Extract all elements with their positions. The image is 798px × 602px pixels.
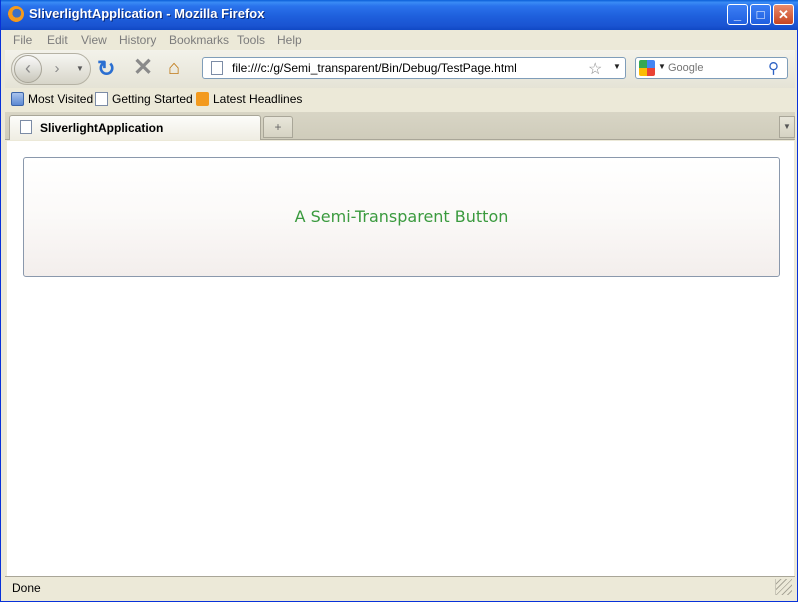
menu-file[interactable]: File xyxy=(13,33,32,47)
page-content: A Semi-Transparent Button xyxy=(7,141,794,576)
bookmark-most-visited[interactable]: Most Visited xyxy=(11,92,93,108)
menu-bookmarks[interactable]: Bookmarks xyxy=(169,33,229,47)
bookmark-latest-headlines[interactable]: Latest Headlines xyxy=(196,92,302,108)
stop-icon[interactable]: ✕ xyxy=(133,56,155,80)
menu-tools[interactable]: Tools xyxy=(237,33,265,47)
tab-strip: SliverlightApplication + ▼ xyxy=(5,112,795,140)
chevron-down-icon: ▼ xyxy=(783,122,791,131)
menu-edit[interactable]: Edit xyxy=(47,33,68,47)
status-bar: Done xyxy=(5,576,795,598)
menu-view[interactable]: View xyxy=(81,33,107,47)
navigation-toolbar: ‹ › ▼ ↻ ✕ ⌂ file:///c:/g/Semi_transparen… xyxy=(5,50,795,88)
bookmark-getting-started[interactable]: Getting Started xyxy=(95,92,193,108)
menu-history[interactable]: History xyxy=(119,33,156,47)
address-bar[interactable]: file:///c:/g/Semi_transparent/Bin/Debug/… xyxy=(202,57,626,79)
browser-window: SliverlightApplication - Mozilla Firefox… xyxy=(0,0,798,602)
minimize-button[interactable]: _ xyxy=(727,4,748,25)
search-icon[interactable]: ⚲ xyxy=(768,59,779,77)
folder-icon xyxy=(11,92,24,106)
page-icon xyxy=(95,92,108,106)
title-bar[interactable]: SliverlightApplication - Mozilla Firefox… xyxy=(1,0,798,30)
status-text: Done xyxy=(12,581,41,595)
maximize-button[interactable]: □ xyxy=(750,4,771,25)
back-arrow-icon: ‹ xyxy=(25,58,31,78)
tab-sliverlight-application[interactable]: SliverlightApplication xyxy=(9,115,261,140)
close-button[interactable]: ✕ xyxy=(773,4,794,25)
forward-button[interactable]: › xyxy=(46,59,68,79)
history-dropdown-icon[interactable]: ▼ xyxy=(74,60,86,78)
search-box[interactable]: ▼ ⚲ xyxy=(635,57,788,79)
page-icon xyxy=(20,120,32,134)
bookmark-label: Most Visited xyxy=(28,92,94,106)
plus-icon: + xyxy=(274,120,282,134)
bookmark-star-icon[interactable]: ☆ xyxy=(588,59,602,79)
menu-help[interactable]: Help xyxy=(277,33,302,47)
reload-icon[interactable]: ↻ xyxy=(97,58,119,80)
window-title: SliverlightApplication - Mozilla Firefox xyxy=(29,6,265,21)
forward-arrow-icon: › xyxy=(54,60,60,77)
url-text[interactable]: file:///c:/g/Semi_transparent/Bin/Debug/… xyxy=(232,61,517,75)
list-all-tabs-button[interactable]: ▼ xyxy=(779,116,795,138)
google-engine-icon[interactable] xyxy=(639,60,655,76)
back-forward-group: ‹ › ▼ xyxy=(11,53,91,85)
page-icon xyxy=(211,61,223,75)
back-button[interactable]: ‹ xyxy=(14,55,42,83)
home-icon[interactable]: ⌂ xyxy=(168,56,190,79)
bookmarks-toolbar: Most Visited Getting Started Latest Head… xyxy=(5,88,795,112)
tab-title: SliverlightApplication xyxy=(40,121,164,135)
bookmark-label: Getting Started xyxy=(112,92,193,106)
rss-icon xyxy=(196,92,209,106)
resize-grip-icon[interactable] xyxy=(775,579,792,595)
semi-transparent-button[interactable]: A Semi-Transparent Button xyxy=(23,157,780,277)
menu-bar: File Edit View History Bookmarks Tools H… xyxy=(5,30,795,50)
new-tab-button[interactable]: + xyxy=(263,116,293,138)
search-input[interactable] xyxy=(668,60,768,76)
bookmark-label: Latest Headlines xyxy=(213,92,303,106)
engine-dropdown-icon[interactable]: ▼ xyxy=(658,62,666,71)
url-dropdown-icon[interactable]: ▼ xyxy=(613,62,621,71)
firefox-logo-icon xyxy=(8,6,24,22)
